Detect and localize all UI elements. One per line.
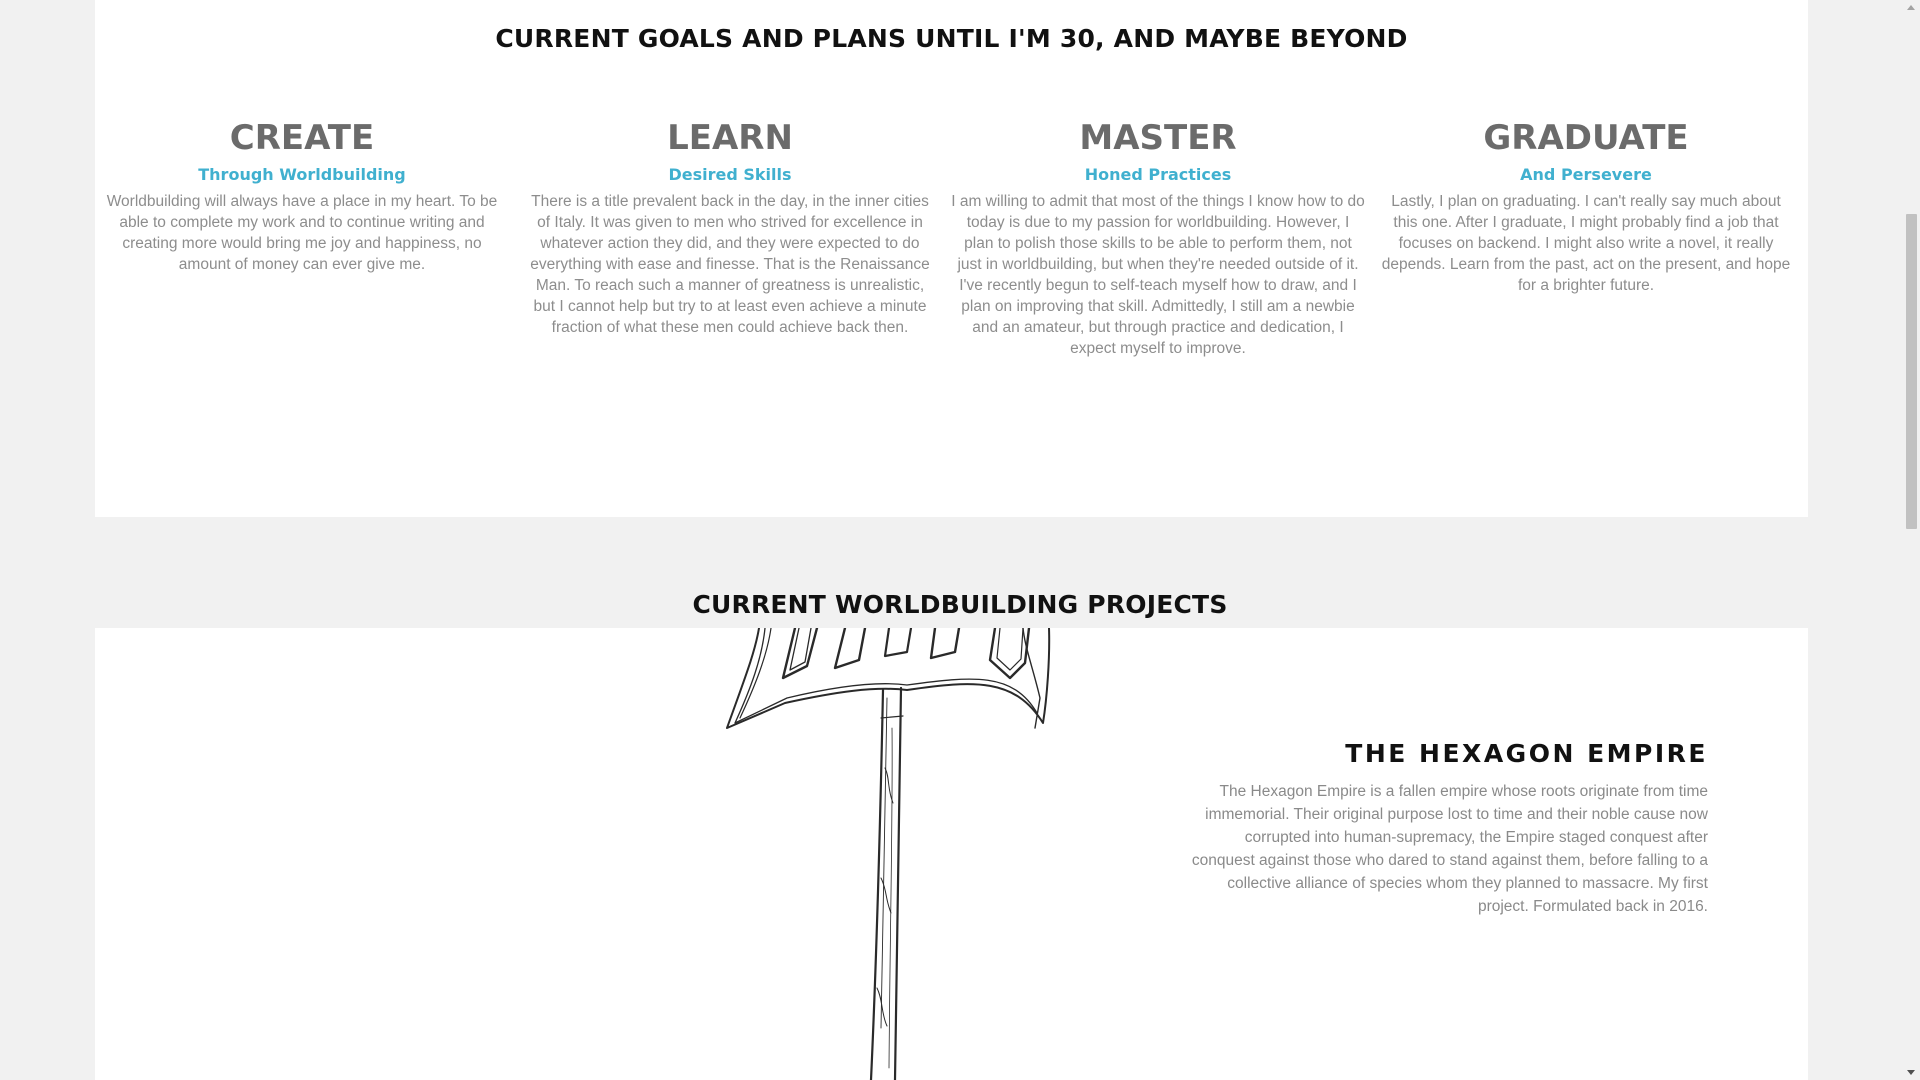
goals-title: CURRENT GOALS AND PLANS UNTIL I'M 30, AN… <box>495 24 1408 53</box>
goal-heading: CREATE <box>229 118 375 158</box>
goal-text: Lastly, I plan on graduating. I can't re… <box>1381 193 1791 294</box>
project-name: THE HEXAGON EMPIRE <box>1345 739 1708 768</box>
goal-subheading: And Persevere <box>1520 165 1652 184</box>
projects-title: CURRENT WORLDBUILDING PROJECTS <box>692 590 1228 619</box>
goal-subheading: Desired Skills <box>668 165 792 184</box>
goal-text: I am willing to admit that most of the t… <box>951 193 1365 357</box>
project-card: THE HEXAGON EMPIRE The Hexagon Empire is… <box>95 628 1808 1080</box>
goal-create: CREATE Through Worldbuilding Worldbuildi… <box>95 118 509 275</box>
goal-subheading: Through Worldbuilding <box>198 165 406 184</box>
goal-subheading: Honed Practices <box>1084 165 1232 184</box>
scroll-up-arrow-icon[interactable] <box>1907 5 1915 10</box>
scrollbar-thumb[interactable] <box>1906 214 1917 529</box>
vertical-scrollbar[interactable] <box>1903 0 1920 1080</box>
goal-heading: MASTER <box>1079 118 1237 158</box>
goal-text: There is a title prevalent back in the d… <box>530 193 930 336</box>
goal-text: Worldbuilding will always have a place i… <box>106 193 498 273</box>
goal-learn: LEARN Desired Skills There is a title pr… <box>523 118 937 338</box>
goal-heading: GRADUATE <box>1483 118 1689 158</box>
goal-heading: LEARN <box>667 118 793 158</box>
goal-graduate: GRADUATE And Persevere Lastly, I plan on… <box>1379 118 1793 296</box>
goal-master: MASTER Honed Practices I am willing to a… <box>951 118 1365 359</box>
scroll-down-arrow-icon[interactable] <box>1907 1070 1915 1075</box>
goals-section: CURRENT GOALS AND PLANS UNTIL I'M 30, AN… <box>95 0 1808 517</box>
project-description: The Hexagon Empire is a fallen empire wh… <box>1191 783 1708 915</box>
